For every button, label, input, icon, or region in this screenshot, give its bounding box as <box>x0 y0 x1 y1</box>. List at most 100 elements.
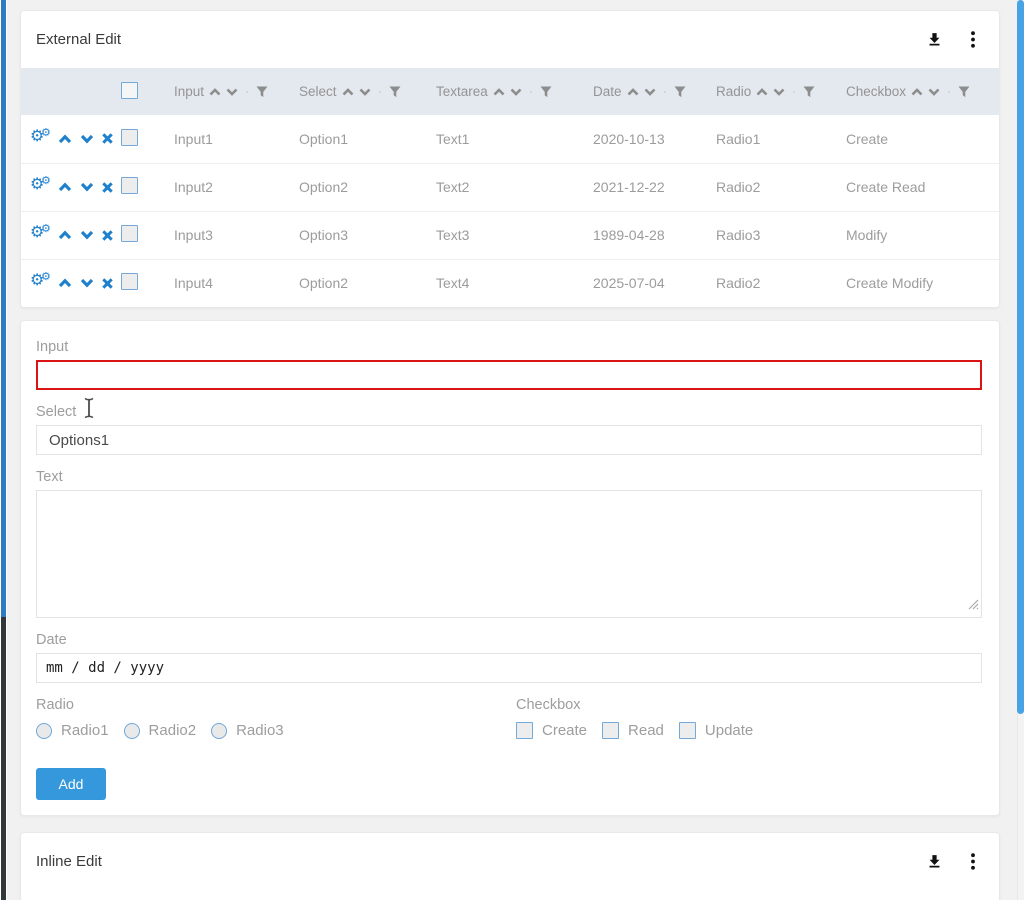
cell-input: Input4 <box>174 259 299 307</box>
kebab-menu-icon[interactable] <box>971 853 975 870</box>
select-all-checkbox[interactable] <box>121 82 138 99</box>
resize-handle-icon[interactable] <box>967 597 979 615</box>
column-label: Checkbox <box>846 84 906 99</box>
kebab-menu-icon[interactable] <box>971 31 975 48</box>
sort-desc-icon[interactable] <box>226 88 238 96</box>
inline-edit-header: Inline Edit <box>21 833 999 890</box>
divider-dot <box>379 91 381 93</box>
radio-option[interactable]: Radio1 <box>36 722 109 739</box>
sort-desc-icon[interactable] <box>359 88 371 96</box>
radio-option-label: Radio3 <box>236 722 284 739</box>
filter-icon[interactable] <box>958 86 970 98</box>
radio-option[interactable]: Radio2 <box>124 722 197 739</box>
text-label: Text <box>36 469 982 485</box>
move-up-icon[interactable] <box>58 134 72 144</box>
cell-radio: Radio1 <box>716 115 846 163</box>
cell-textarea: Text2 <box>436 163 593 211</box>
move-down-icon[interactable] <box>80 278 94 288</box>
checkbox-option-label: Create <box>542 722 587 739</box>
cell-checkbox: Create Read <box>846 163 999 211</box>
cell-checkbox: Create Modify <box>846 259 999 307</box>
radio-button-icon[interactable] <box>124 723 140 739</box>
checkbox-icon[interactable] <box>516 722 533 739</box>
download-icon[interactable] <box>926 31 943 48</box>
sort-desc-icon[interactable] <box>928 88 940 96</box>
download-icon[interactable] <box>926 853 943 870</box>
cell-input: Input1 <box>174 115 299 163</box>
radio-button-icon[interactable] <box>36 723 52 739</box>
sort-desc-icon[interactable] <box>773 88 785 96</box>
checkbox-option[interactable]: Read <box>602 722 664 739</box>
close-icon[interactable] <box>102 182 113 193</box>
settings-cogs-icon[interactable]: ⚙⚙ <box>31 130 50 148</box>
column-header-select: Select <box>299 68 436 115</box>
move-up-icon[interactable] <box>58 278 72 288</box>
cell-date: 2020-10-13 <box>593 115 716 163</box>
radio-option[interactable]: Radio3 <box>211 722 284 739</box>
filter-icon[interactable] <box>540 86 552 98</box>
filter-icon[interactable] <box>256 86 268 98</box>
move-up-icon[interactable] <box>58 182 72 192</box>
sort-desc-icon[interactable] <box>510 88 522 96</box>
column-header-radio: Radio <box>716 68 846 115</box>
sort-asc-icon[interactable] <box>756 88 768 96</box>
sort-asc-icon[interactable] <box>627 88 639 96</box>
close-icon[interactable] <box>102 278 113 289</box>
cell-input: Input2 <box>174 163 299 211</box>
select-dropdown[interactable]: Options1 <box>36 425 982 455</box>
table-row: ⚙⚙ Input2 Option2 Text2 2021-12-22 Radio… <box>21 163 999 211</box>
input-label: Input <box>36 339 982 355</box>
divider-dot <box>793 91 795 93</box>
cell-radio: Radio2 <box>716 163 846 211</box>
sort-asc-icon[interactable] <box>493 88 505 96</box>
filter-icon[interactable] <box>674 86 686 98</box>
external-edit-header: External Edit <box>21 11 999 68</box>
column-header-textarea: Textarea <box>436 68 593 115</box>
row-checkbox[interactable] <box>121 177 138 194</box>
settings-cogs-icon[interactable]: ⚙⚙ <box>31 226 50 244</box>
move-down-icon[interactable] <box>80 182 94 192</box>
sort-asc-icon[interactable] <box>342 88 354 96</box>
row-checkbox[interactable] <box>121 225 138 242</box>
sort-desc-icon[interactable] <box>644 88 656 96</box>
filter-icon[interactable] <box>389 86 401 98</box>
filter-icon[interactable] <box>803 86 815 98</box>
checkbox-icon[interactable] <box>679 722 696 739</box>
sort-asc-icon[interactable] <box>911 88 923 96</box>
radio-option-label: Radio2 <box>149 722 197 739</box>
checkbox-option[interactable]: Update <box>679 722 753 739</box>
sort-asc-icon[interactable] <box>209 88 221 96</box>
table-row: ⚙⚙ Input4 Option2 Text4 2025-07-04 Radio… <box>21 259 999 307</box>
input-text-field[interactable] <box>36 360 982 390</box>
date-input[interactable]: mm / dd / yyyy <box>36 653 982 683</box>
settings-cogs-icon[interactable]: ⚙⚙ <box>31 178 50 196</box>
cell-checkbox: Create <box>846 115 999 163</box>
cell-textarea: Text3 <box>436 211 593 259</box>
right-scrollbar-thumb[interactable] <box>1017 0 1024 714</box>
column-label: Textarea <box>436 84 488 99</box>
row-checkbox[interactable] <box>121 129 138 146</box>
move-up-icon[interactable] <box>58 230 72 240</box>
left-scrollbar-thumb[interactable] <box>1 0 6 617</box>
close-icon[interactable] <box>102 230 113 241</box>
row-checkbox[interactable] <box>121 273 138 290</box>
settings-cogs-icon[interactable]: ⚙⚙ <box>31 274 50 292</box>
radio-checkbox-row: Radio Radio1 Radio2 Radio3 <box>36 697 982 739</box>
radio-button-icon[interactable] <box>211 723 227 739</box>
column-label: Select <box>299 84 337 99</box>
textarea-field[interactable] <box>36 490 982 618</box>
close-icon[interactable] <box>102 133 113 144</box>
divider-dot <box>664 91 666 93</box>
move-down-icon[interactable] <box>80 230 94 240</box>
checkbox-icon[interactable] <box>602 722 619 739</box>
checkbox-option[interactable]: Create <box>516 722 587 739</box>
checkbox-option-label: Update <box>705 722 753 739</box>
cell-select: Option2 <box>299 163 436 211</box>
column-label: Date <box>593 84 622 99</box>
move-down-icon[interactable] <box>80 134 94 144</box>
left-scrollbar-track[interactable] <box>1 617 6 900</box>
divider-dot <box>530 91 532 93</box>
divider-dot <box>246 91 248 93</box>
add-button[interactable]: Add <box>36 768 106 800</box>
right-scrollbar-track[interactable] <box>1017 0 1024 900</box>
